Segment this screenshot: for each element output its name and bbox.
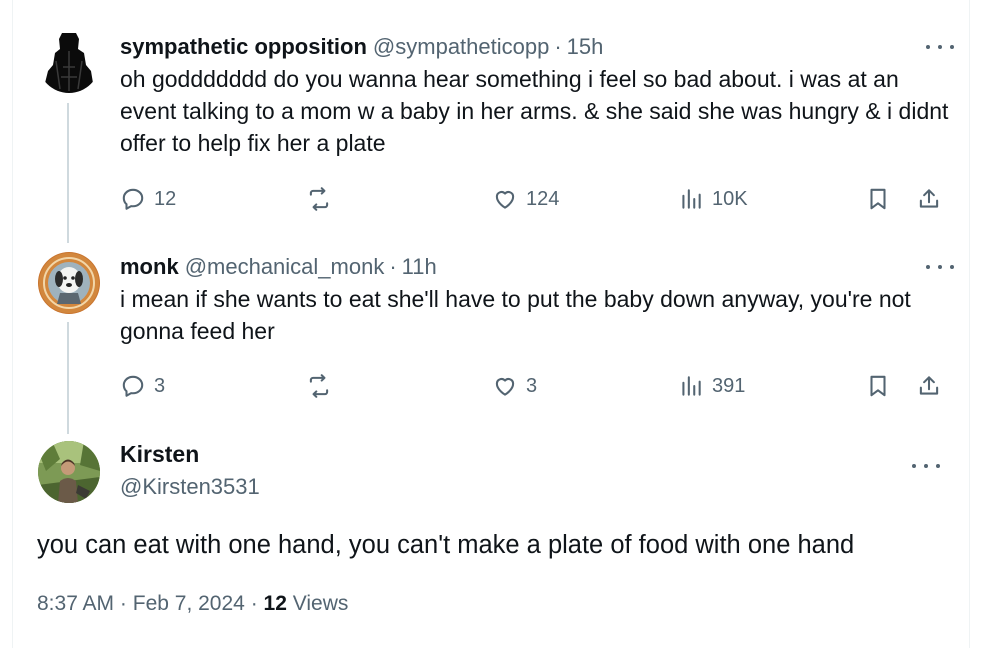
repost-icon [309, 187, 329, 211]
separator-dot: · [119, 592, 127, 615]
date[interactable]: Feb 7, 2024 [133, 592, 245, 615]
more-dots-icon[interactable] [926, 257, 954, 277]
reply-button[interactable]: 3 [120, 371, 165, 401]
bookmark-button[interactable] [865, 371, 891, 401]
share-icon [919, 376, 939, 395]
user-handle[interactable]: @mechanical_monk [185, 253, 385, 281]
thread-connector [67, 103, 69, 243]
views-count: 10K [712, 187, 748, 210]
views-chart-icon [682, 376, 701, 396]
heart-icon [495, 378, 515, 396]
tweet-text: i mean if she wants to eat she'll have t… [120, 286, 911, 344]
heart-icon [495, 191, 515, 209]
like-count: 3 [526, 374, 538, 397]
tweet: monk @mechanical_monk · 11h i mean if sh… [120, 253, 954, 347]
timestamp[interactable]: 15h [567, 33, 604, 61]
timestamp[interactable]: 8:37 AM [37, 592, 114, 615]
views-button[interactable]: 391 [678, 371, 745, 401]
share-button[interactable] [916, 371, 942, 401]
display-name[interactable]: Kirsten [120, 441, 199, 468]
avatar-image [45, 33, 93, 93]
reply-icon [122, 188, 144, 210]
views-chart-icon [682, 189, 701, 209]
tweet-actions: 12 124 10K [120, 184, 945, 214]
like-button[interactable]: 124 [492, 184, 559, 214]
bookmark-button[interactable] [865, 184, 891, 214]
user-handle[interactable]: @Kirsten3531 [120, 474, 260, 500]
display-name[interactable]: sympathetic opposition [120, 33, 367, 61]
display-name[interactable]: monk [120, 253, 179, 281]
repost-icon [309, 374, 329, 398]
avatar-image [39, 253, 99, 313]
separator-dot: · [554, 34, 562, 59]
timestamp[interactable]: 11h [402, 253, 437, 281]
reply-count: 12 [154, 187, 177, 210]
more-dots-icon[interactable] [926, 37, 954, 57]
tweet-text: you can eat with one hand, you can't mak… [37, 531, 855, 559]
avatar-image [38, 441, 100, 503]
avatar[interactable] [38, 252, 100, 314]
avatar[interactable] [38, 31, 100, 93]
tweet-header: monk @mechanical_monk · 11h [120, 253, 954, 281]
more-dots-icon[interactable] [912, 456, 940, 476]
like-count: 124 [526, 187, 560, 210]
tweet-actions: 3 3 391 [120, 371, 945, 401]
repost-button[interactable] [306, 371, 340, 401]
user-handle[interactable]: @sympatheticopp [373, 33, 549, 61]
repost-button[interactable] [306, 184, 340, 214]
share-button[interactable] [916, 184, 942, 214]
tweet-text: oh goddddddd do you wanna hear something… [120, 66, 949, 156]
share-icon [919, 189, 939, 208]
reply-button[interactable]: 12 [120, 184, 176, 214]
separator-dot: · [389, 254, 397, 279]
bookmark-icon [870, 188, 886, 210]
tweet-meta: 8:37 AM · Feb 7, 2024 · 12 Views [37, 592, 348, 616]
separator-dot: · [250, 592, 258, 615]
bookmark-icon [870, 375, 886, 397]
tweet: sympathetic opposition @sympatheticopp ·… [120, 33, 954, 159]
reply-count: 3 [154, 374, 166, 397]
views-label: Views [292, 592, 349, 615]
views-count: 12 [263, 592, 287, 615]
tweet-header: sympathetic opposition @sympatheticopp ·… [120, 33, 954, 61]
views-count: 391 [712, 374, 746, 397]
like-button[interactable]: 3 [492, 371, 537, 401]
avatar[interactable] [38, 441, 100, 503]
thread-connector [67, 322, 69, 434]
reply-icon [122, 375, 144, 397]
views-button[interactable]: 10K [678, 184, 748, 214]
